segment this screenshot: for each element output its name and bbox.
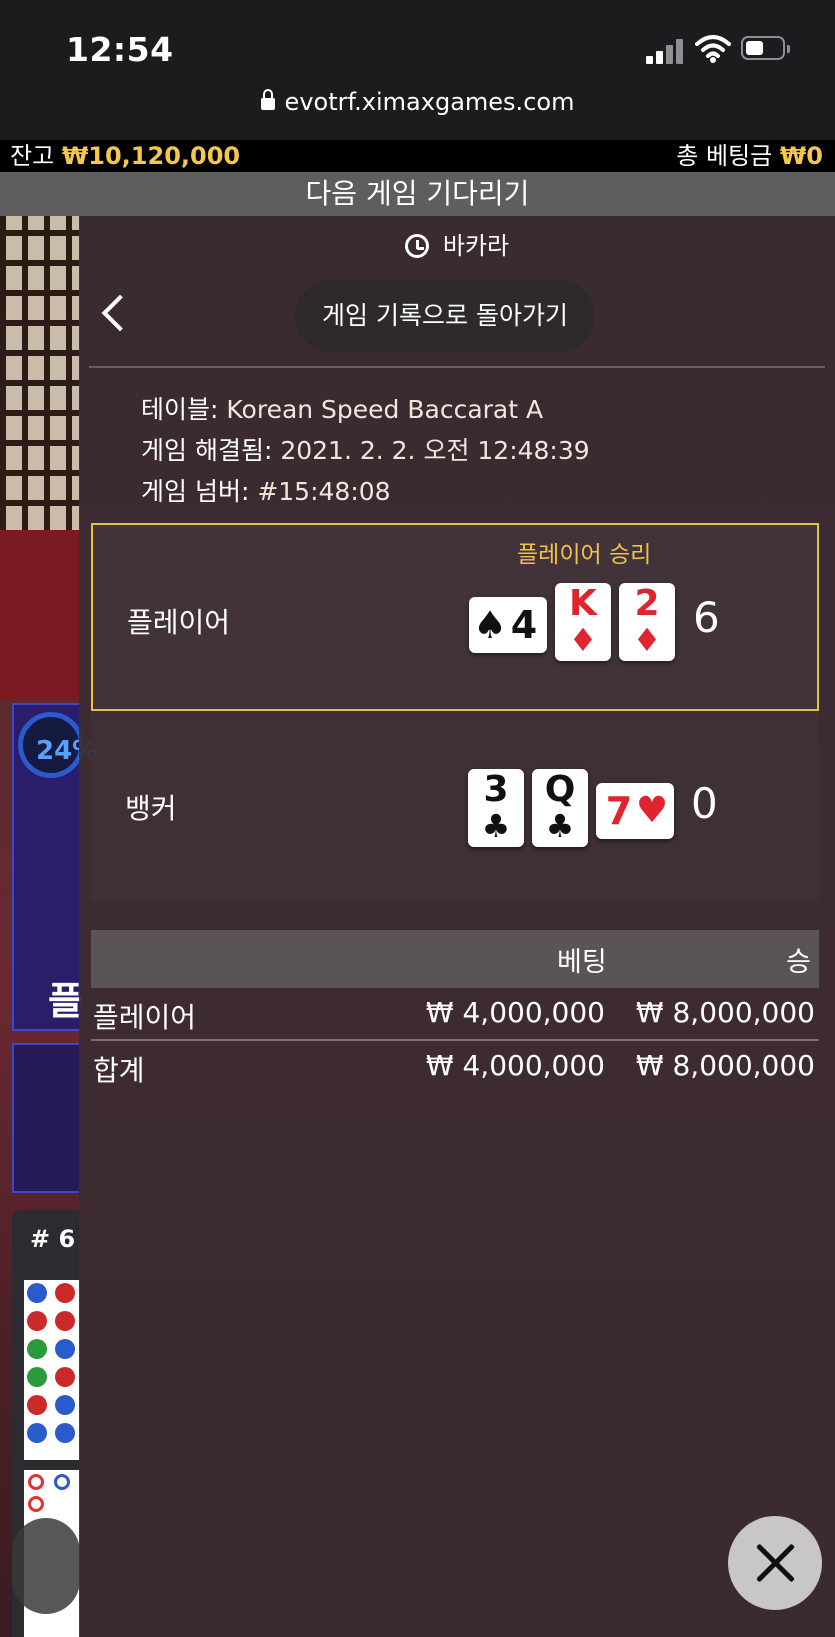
card-rank: Q xyxy=(544,769,576,810)
balance-value: ₩10,120,000 xyxy=(61,142,241,170)
game-history-panel: 바카라 게임 기록으로 돌아가기 테이블: Korean Speed Bacca… xyxy=(79,216,835,1637)
table-info: 테이블: Korean Speed Baccarat A xyxy=(141,390,543,426)
game-number-label: 게임 넘버: xyxy=(141,477,250,506)
divider xyxy=(89,366,825,368)
balance-label: 잔고 xyxy=(10,142,55,170)
back-to-history-button[interactable]: 게임 기록으로 돌아가기 xyxy=(295,280,595,352)
background-bet-area xyxy=(12,1043,82,1193)
wifi-icon xyxy=(695,34,731,64)
banker-result: 뱅커 3 ♣ Q ♣ 7 ♥ 0 xyxy=(91,713,819,901)
card-rank: 3 xyxy=(483,769,509,810)
card-rank: K xyxy=(569,583,597,624)
url-text: evotrf.ximaxgames.com xyxy=(284,88,575,116)
history-clock-icon xyxy=(404,234,429,258)
close-icon[interactable] xyxy=(728,1516,822,1610)
bet-row-bet: ₩ 4,000,000 xyxy=(425,996,605,1029)
table-row: 플레이어 ₩ 4,000,000 ₩ 8,000,000 xyxy=(91,988,819,1040)
wait-banner: 다음 게임 기다리기 xyxy=(0,172,835,216)
battery-icon xyxy=(741,36,790,60)
background-bead-road xyxy=(24,1280,80,1460)
game-number-value: #15:48:08 xyxy=(257,477,391,506)
bet-table-header: 베팅 승 xyxy=(91,930,819,988)
card-suit: ♦ xyxy=(568,621,598,659)
card-suit: ♣ xyxy=(481,807,511,845)
background-lattice xyxy=(0,216,80,536)
background-chip-icon xyxy=(12,1518,80,1614)
bet-row-bet: ₩ 4,000,000 xyxy=(425,1049,605,1082)
player-label: 플레이어 xyxy=(127,606,231,639)
banker-card-2: Q ♣ xyxy=(532,769,588,847)
status-time: 12:54 xyxy=(66,30,174,69)
card-rank: 7 xyxy=(605,789,633,833)
total-bet-value: ₩0 xyxy=(779,142,823,170)
win-column-header: 승 xyxy=(786,947,811,978)
background-table xyxy=(0,530,80,700)
banker-score: 0 xyxy=(691,779,718,828)
history-game-name: 바카라 xyxy=(442,232,510,260)
card-suit: ♦ xyxy=(632,621,662,659)
table-label: 테이블: xyxy=(141,395,219,424)
resolved-info: 게임 해결됨: 2021. 2. 2. 오전 12:48:39 xyxy=(141,431,590,467)
banker-label: 뱅커 xyxy=(125,792,177,825)
balance-bar: 잔고 ₩10,120,000 총 베팅금 ₩0 xyxy=(0,140,835,172)
history-title: 바카라 xyxy=(79,226,835,261)
card-suit: ♠ xyxy=(473,603,508,647)
address-bar[interactable]: evotrf.ximaxgames.com xyxy=(0,88,835,116)
player-score: 6 xyxy=(693,593,720,642)
player-card-3: 2 ♦ xyxy=(619,583,675,661)
table-row: 합계 ₩ 4,000,000 ₩ 8,000,000 xyxy=(91,1041,819,1093)
background-player-label: 플 xyxy=(48,979,83,1023)
background-roadmap-count: # 6 xyxy=(30,1225,76,1253)
card-rank: 4 xyxy=(510,603,538,647)
lock-icon xyxy=(260,89,275,110)
banker-card-1: 3 ♣ xyxy=(468,769,524,847)
resolved-value: 2021. 2. 2. 오전 12:48:39 xyxy=(280,436,590,465)
bet-column-header: 베팅 xyxy=(557,947,607,978)
cellular-signal-icon xyxy=(646,38,686,64)
card-suit: ♥ xyxy=(635,790,669,831)
banker-card-3: 7 ♥ xyxy=(596,783,674,839)
table-value: Korean Speed Baccarat A xyxy=(226,395,544,424)
card-suit: ♣ xyxy=(545,807,575,845)
total-bet: 총 베팅금 ₩0 xyxy=(676,140,823,172)
winner-label: 플레이어 승리 xyxy=(517,542,652,568)
bet-row-label: 합계 xyxy=(93,1054,145,1087)
bet-row-win: ₩ 8,000,000 xyxy=(635,996,815,1029)
player-card-1: ♠ 4 xyxy=(469,597,547,653)
bet-row-label: 플레이어 xyxy=(93,1001,197,1034)
player-result: 플레이어 승리 플레이어 ♠ 4 K ♦ 2 ♦ 6 xyxy=(91,523,819,711)
card-rank: 2 xyxy=(634,583,660,624)
bet-row-win: ₩ 8,000,000 xyxy=(635,1049,815,1082)
back-chevron-icon[interactable] xyxy=(101,294,139,332)
resolved-label: 게임 해결됨: xyxy=(141,436,273,465)
total-bet-label: 총 베팅금 xyxy=(676,142,773,170)
player-card-2: K ♦ xyxy=(555,583,611,661)
status-bar: 12:54 evotrf.ximaxgames.com xyxy=(0,0,835,140)
game-number-info: 게임 넘버: #15:48:08 xyxy=(141,472,391,508)
balance: 잔고 ₩10,120,000 xyxy=(10,140,240,172)
